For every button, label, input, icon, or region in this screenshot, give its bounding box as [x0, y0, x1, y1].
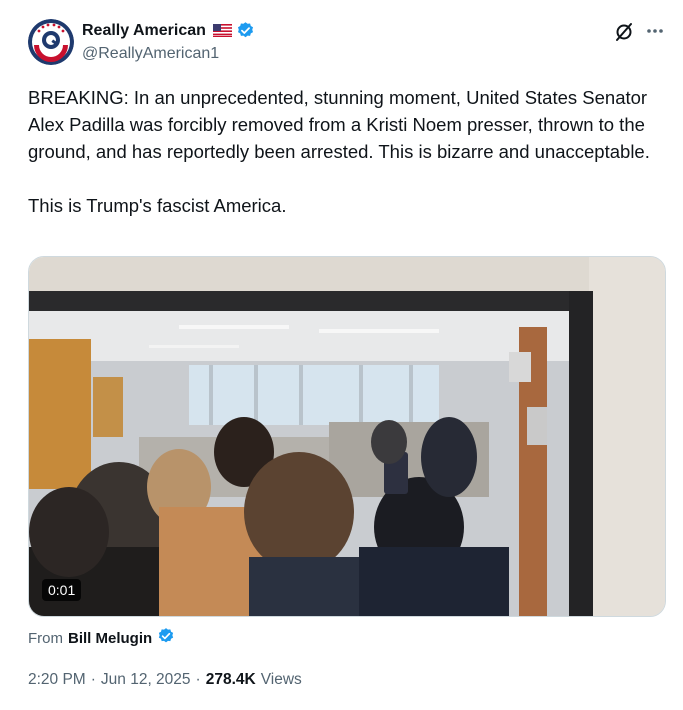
views-label: Views — [260, 671, 302, 688]
more-icon[interactable] — [645, 21, 665, 41]
post-text: BREAKING: In an unprecedented, stunning … — [28, 87, 650, 216]
verified-badge-icon[interactable] — [236, 21, 255, 40]
post-date[interactable]: Jun 12, 2025 — [101, 671, 191, 689]
post-time[interactable]: 2:20 PM — [28, 671, 86, 689]
grok-icon[interactable] — [613, 21, 635, 43]
source-prefix: From — [28, 629, 63, 647]
avatar[interactable] — [28, 19, 74, 65]
video-duration-badge: 0:01 — [42, 579, 82, 601]
really-american-logo-icon — [28, 19, 74, 65]
video-frame — [29, 257, 665, 616]
meta-separator: · — [195, 671, 201, 688]
source-name-link[interactable]: Bill Melugin — [68, 630, 152, 647]
source-verified-badge-icon — [157, 627, 175, 649]
video-source-row: From Bill Melugin — [28, 627, 175, 649]
meta-separator: · — [90, 671, 96, 688]
post-meta-row: 2:20 PM · Jun 12, 2025 · 278.4K Views — [28, 671, 302, 689]
video-player[interactable] — [28, 256, 666, 617]
author-display-name[interactable]: Really American — [82, 22, 206, 40]
us-flag-icon — [212, 24, 232, 37]
views-count: 278.4K — [205, 671, 256, 688]
author-handle[interactable]: @ReallyAmerican1 — [82, 45, 219, 63]
author-name-row: Really American — [82, 21, 255, 40]
